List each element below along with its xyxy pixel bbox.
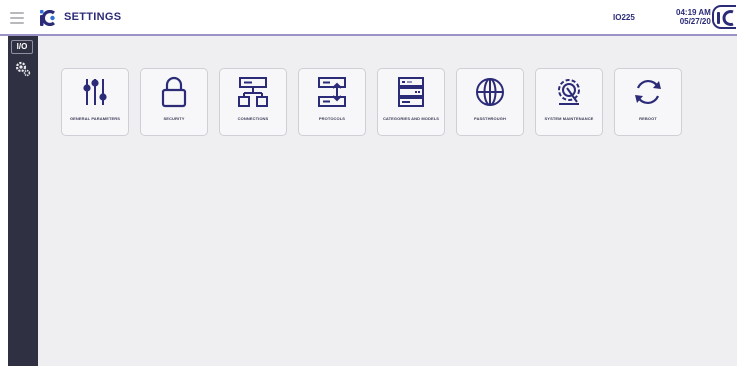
protocols-icon xyxy=(318,77,346,107)
date-text: 05/27/20 xyxy=(679,17,711,26)
io-logo-icon xyxy=(40,10,56,26)
gear-icon[interactable] xyxy=(14,60,32,78)
tile-connections[interactable]: CONNECTIONS xyxy=(219,68,287,136)
device-id: IO225 xyxy=(613,13,635,22)
page-title: SETTINGS xyxy=(64,11,122,23)
hamburger-menu-icon[interactable] xyxy=(10,12,24,24)
sidebar: I/O xyxy=(8,36,38,366)
tile-label: CONNECTIONS xyxy=(237,116,269,121)
sidebar-item-io[interactable]: I/O xyxy=(11,40,33,54)
tile-security[interactable]: SECURITY xyxy=(140,68,208,136)
corner-logo-icon xyxy=(712,5,736,29)
lock-icon xyxy=(161,76,187,108)
datetime-display: 04:19 AM 05/27/20 xyxy=(676,8,711,26)
tile-label: SYSTEM MAINTENANCE xyxy=(544,116,594,121)
tile-protocols[interactable]: PROTOCOLS xyxy=(298,68,366,136)
tile-label: REBOOT xyxy=(639,116,657,121)
tile-general-parameters[interactable]: GENERAL PARAMETERS xyxy=(61,68,129,136)
top-bar: SETTINGS IO225 04:19 AM 05/27/20 xyxy=(0,0,737,36)
tile-label: SECURITY xyxy=(163,116,185,121)
time-text: 04:19 AM xyxy=(676,8,711,17)
globe-icon xyxy=(476,78,504,106)
left-margin xyxy=(0,36,8,366)
server-rack-icon xyxy=(398,77,424,107)
tile-passthrough[interactable]: PASSTHROUGH xyxy=(456,68,524,136)
tile-label: CATEGORIES AND MODELS xyxy=(382,116,440,121)
tile-system-maintenance[interactable]: SYSTEM MAINTENANCE xyxy=(535,68,603,136)
settings-content: GENERAL PARAMETERS SECURITY CONNECTIONS xyxy=(38,36,737,366)
network-icon xyxy=(238,77,268,107)
reboot-icon xyxy=(635,79,661,105)
gear-wrench-icon xyxy=(558,79,580,105)
tile-label: PASSTHROUGH xyxy=(474,116,506,121)
tile-reboot[interactable]: REBOOT xyxy=(614,68,682,136)
sliders-icon xyxy=(83,79,107,105)
tile-categories-and-models[interactable]: CATEGORIES AND MODELS xyxy=(377,68,445,136)
tile-label: PROTOCOLS xyxy=(318,116,346,121)
tile-label: GENERAL PARAMETERS xyxy=(69,116,121,121)
